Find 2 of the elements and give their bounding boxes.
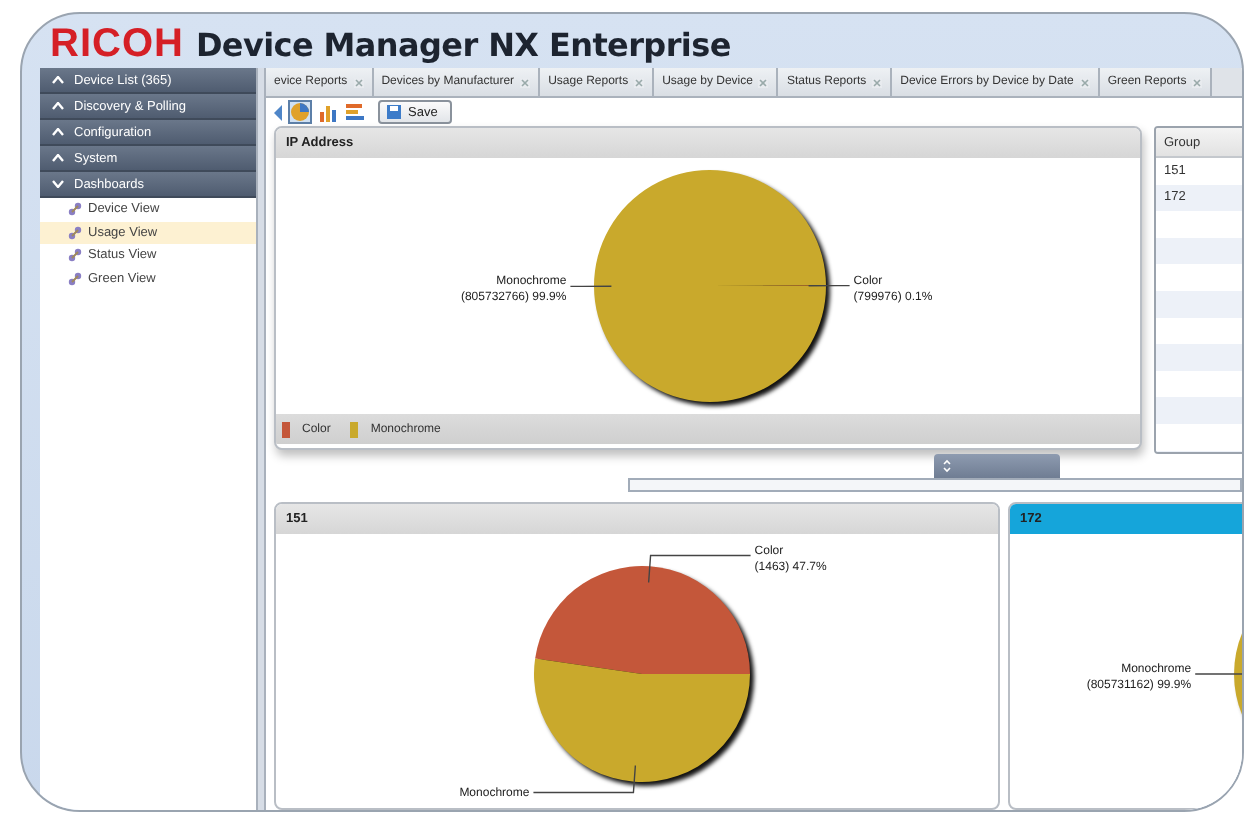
app-title: Device Manager NX Enterprise	[195, 28, 731, 64]
logo: RICOH	[50, 24, 184, 64]
